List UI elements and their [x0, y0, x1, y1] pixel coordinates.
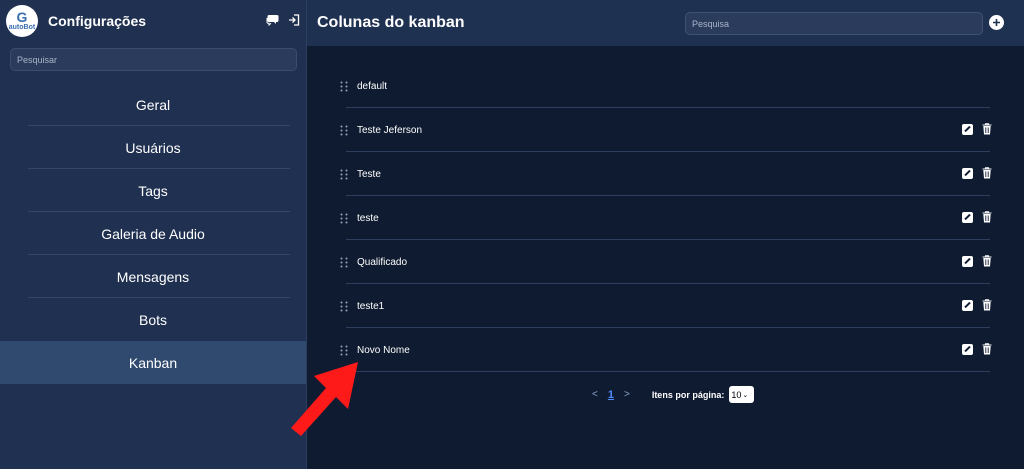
app-logo: G autoBot — [6, 5, 38, 37]
column-name: Teste — [357, 168, 381, 180]
sidebar-item-bots[interactable]: Bots — [0, 298, 306, 341]
per-page-label: Itens por página: — [651, 389, 725, 400]
list-item[interactable]: Novo Nome — [338, 328, 994, 372]
page-title: Colunas do kanban — [317, 14, 465, 31]
sidebar-header: G autoBot Configurações — [0, 0, 306, 42]
sidebar-item-mensagens[interactable]: Mensagens — [0, 255, 306, 298]
row-actions — [962, 123, 992, 135]
sidebar-search-wrap — [0, 42, 306, 71]
per-page-select[interactable]: 10 ⌄ — [729, 386, 755, 403]
edit-icon[interactable] — [962, 123, 973, 135]
column-name: teste1 — [357, 300, 385, 312]
trash-icon[interactable] — [982, 123, 992, 135]
row-actions — [962, 299, 992, 311]
column-name: Qualificado — [357, 256, 408, 268]
edit-icon[interactable] — [962, 343, 973, 355]
sidebar-item-tags[interactable]: Tags — [0, 169, 306, 212]
logo-mark: G — [16, 9, 28, 25]
column-name: Novo Nome — [357, 344, 410, 356]
kanban-column-list: default Teste Jeferson Teste teste Quali… — [338, 64, 994, 372]
list-item[interactable]: Teste Jeferson — [338, 108, 994, 152]
row-actions — [962, 211, 992, 223]
row-actions — [962, 255, 992, 267]
chevron-down-icon: ⌄ — [742, 391, 749, 399]
row-actions — [962, 343, 992, 355]
sidebar-actions — [266, 14, 300, 26]
trash-icon[interactable] — [982, 343, 992, 355]
list-item[interactable]: Teste — [338, 152, 994, 196]
drag-handle-icon[interactable] — [340, 81, 348, 92]
edit-icon[interactable] — [962, 211, 973, 223]
drag-handle-icon[interactable] — [340, 169, 348, 180]
pagination: < 1 > Itens por página: 10 ⌄ — [592, 386, 755, 403]
plus-icon — [993, 19, 1000, 26]
drag-handle-icon[interactable] — [340, 301, 348, 312]
row-actions — [962, 167, 992, 179]
chat-icon[interactable] — [266, 14, 279, 26]
list-item[interactable]: default — [338, 64, 994, 108]
prev-page-button[interactable]: < — [592, 389, 598, 400]
list-item[interactable]: Qualificado — [338, 240, 994, 284]
column-name: teste — [357, 212, 379, 224]
sidebar-item-usuarios[interactable]: Usuários — [0, 126, 306, 169]
sidebar: G autoBot Configurações Geral Usuários — [0, 0, 307, 469]
per-page-value: 10 — [731, 389, 742, 400]
edit-icon[interactable] — [962, 167, 973, 179]
edit-icon[interactable] — [962, 299, 973, 311]
search-input[interactable] — [685, 12, 983, 35]
drag-handle-icon[interactable] — [340, 125, 348, 136]
drag-handle-icon[interactable] — [340, 257, 348, 268]
list-item[interactable]: teste1 — [338, 284, 994, 328]
current-page-link[interactable]: 1 — [608, 389, 614, 401]
sidebar-item-geral[interactable]: Geral — [0, 83, 306, 126]
list-item[interactable]: teste — [338, 196, 994, 240]
logout-icon[interactable] — [288, 14, 300, 26]
sidebar-nav: Geral Usuários Tags Galeria de Audio Men… — [0, 83, 306, 384]
annotation-arrow-icon — [291, 362, 358, 436]
next-page-button[interactable]: > — [624, 389, 630, 400]
top-bar: Colunas do kanban — [307, 0, 1024, 46]
sidebar-title: Configurações — [48, 13, 147, 29]
drag-handle-icon[interactable] — [340, 213, 348, 224]
sidebar-item-kanban[interactable]: Kanban — [0, 341, 306, 384]
trash-icon[interactable] — [982, 255, 992, 267]
logo-text: autoBot — [8, 24, 36, 31]
column-name: Teste Jeferson — [357, 124, 423, 136]
trash-icon[interactable] — [982, 299, 992, 311]
add-column-button[interactable] — [989, 15, 1004, 30]
sidebar-search-input[interactable] — [10, 48, 297, 71]
trash-icon[interactable] — [982, 211, 992, 223]
edit-icon[interactable] — [962, 255, 973, 267]
drag-handle-icon[interactable] — [340, 345, 348, 356]
column-name: default — [357, 80, 388, 92]
trash-icon[interactable] — [982, 167, 992, 179]
sidebar-item-galeria-de-audio[interactable]: Galeria de Audio — [0, 212, 306, 255]
